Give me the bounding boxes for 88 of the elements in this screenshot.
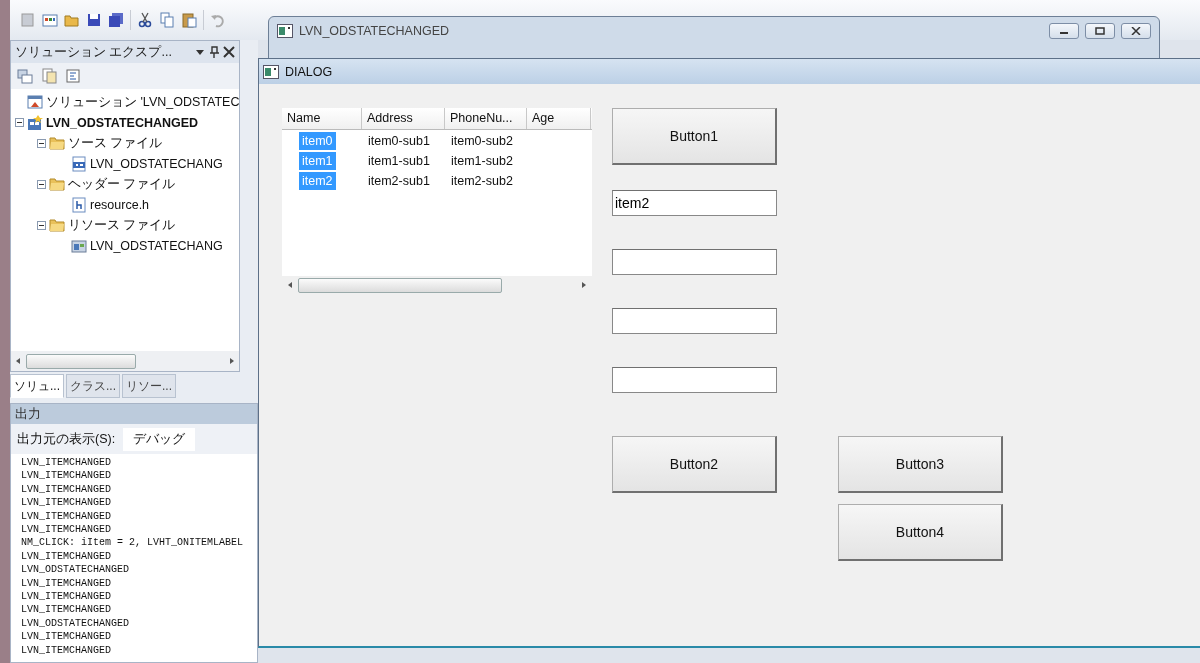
- output-line: LVN_ITEMCHANGED: [21, 496, 112, 510]
- dropdown-icon[interactable]: [195, 47, 205, 57]
- copy-icon[interactable]: [159, 12, 175, 28]
- output-line: LVN_ITEMCHANGED: [21, 643, 112, 658]
- source-dropdown[interactable]: デバッグ: [123, 427, 196, 451]
- folder-icon: [49, 135, 65, 152]
- column-header[interactable]: Age: [527, 108, 591, 129]
- tree-item[interactable]: ソース ファイル: [68, 134, 163, 152]
- table-cell-text: item2-sub1: [367, 174, 431, 188]
- header-file-icon: [71, 196, 87, 213]
- tree-item[interactable]: LVN_ODSTATECHANG: [90, 156, 223, 171]
- table-cell-text: item1-sub1: [367, 154, 431, 168]
- tree-item[interactable]: resource.h: [90, 197, 150, 212]
- panel-tab[interactable]: リソー...: [122, 374, 177, 398]
- maximize-icon: [1095, 27, 1105, 35]
- close-button[interactable]: [1121, 23, 1151, 39]
- push-button[interactable]: Button2: [612, 436, 777, 493]
- push-button[interactable]: Button1: [612, 108, 777, 165]
- text-field[interactable]: [612, 249, 777, 275]
- collapse-icon[interactable]: [37, 138, 46, 148]
- column-header[interactable]: Address: [362, 108, 445, 129]
- scrollbar-thumb[interactable]: [298, 277, 502, 293]
- panel-title: ソリューション エクスプ...: [15, 43, 173, 61]
- table-cell-text: item2-sub2: [450, 174, 514, 188]
- collapse-icon[interactable]: [37, 179, 46, 189]
- show-files-icon[interactable]: [41, 68, 57, 84]
- output-line: LVN_ODSTATECHANGED: [21, 563, 131, 577]
- table-cell-text: item0-sub2: [450, 134, 514, 148]
- output-line: LVN_ITEMCHANGED: [21, 576, 112, 591]
- window-title: LVN_ODSTATECHANGED: [299, 24, 451, 38]
- output-line: LVN_ITEMCHANGED: [21, 590, 112, 604]
- panel-tab[interactable]: クラス...: [66, 374, 121, 398]
- column-header[interactable]: PhoneNu...: [445, 108, 527, 129]
- folder-icon: [49, 176, 65, 193]
- tree-item[interactable]: ソリューション 'LVN_ODSTATEC: [46, 93, 239, 111]
- text-field[interactable]: [612, 367, 777, 393]
- scrollbar-thumb[interactable]: [26, 353, 136, 369]
- table-cell-text: item0-sub1: [367, 134, 431, 148]
- output-line: LVN_ITEMCHANGED: [21, 509, 112, 524]
- scroll-right-icon[interactable]: [228, 357, 236, 365]
- output-line: NM_CLICK: iItem = 2, LVHT_ONITEMLABEL: [21, 536, 245, 550]
- window-title: DIALOG: [285, 64, 333, 79]
- text-field[interactable]: [612, 308, 777, 334]
- add-item-icon[interactable]: [42, 12, 58, 28]
- text-field[interactable]: item2: [612, 190, 777, 216]
- pin-icon[interactable]: [209, 46, 219, 58]
- output-line: LVN_ODSTATECHANGED: [21, 616, 131, 631]
- output-line: LVN_ITEMCHANGED: [21, 603, 112, 617]
- tree-item[interactable]: ヘッダー ファイル: [68, 175, 176, 193]
- source-label: 出力元の表示(S):: [17, 430, 116, 448]
- close-icon: [1131, 27, 1141, 35]
- cut-icon[interactable]: [137, 12, 153, 28]
- column-header[interactable]: Name: [282, 108, 362, 129]
- tree-item[interactable]: リソース ファイル: [68, 216, 176, 234]
- paste-icon[interactable]: [181, 12, 197, 28]
- cpp-file-icon: [71, 155, 87, 172]
- window-icon: [277, 24, 293, 38]
- open-folder-icon[interactable]: [64, 12, 80, 28]
- scroll-right-icon[interactable]: [580, 281, 588, 289]
- output-line: LVN_ITEMCHANGED: [21, 549, 112, 564]
- solution-icon: [27, 94, 43, 111]
- tree-item[interactable]: LVN_ODSTATECHANGED: [46, 115, 199, 130]
- properties-icon[interactable]: [17, 68, 33, 84]
- project-icon: [27, 114, 43, 131]
- close-icon[interactable]: [223, 46, 235, 58]
- push-button[interactable]: Button3: [838, 436, 1003, 493]
- scroll-left-icon[interactable]: [14, 357, 22, 365]
- folder-icon: [49, 217, 65, 234]
- output-line: LVN_ITEMCHANGED: [21, 482, 112, 497]
- resource-file-icon: [71, 237, 87, 254]
- collapse-icon[interactable]: [37, 220, 46, 230]
- tree-item[interactable]: LVN_ODSTATECHANG: [90, 238, 223, 253]
- collapse-icon[interactable]: [15, 118, 24, 128]
- save-icon[interactable]: [86, 12, 102, 28]
- panel-tab[interactable]: ソリュ...: [10, 374, 64, 398]
- output-line: LVN_ITEMCHANGED: [21, 469, 112, 483]
- minimize-button[interactable]: [1049, 23, 1079, 39]
- save-all-icon[interactable]: [108, 12, 124, 28]
- push-button[interactable]: Button4: [838, 504, 1003, 561]
- table-cell-text: item1-sub2: [450, 154, 514, 168]
- output-line: LVN_ITEMCHANGED: [21, 456, 112, 470]
- maximize-button[interactable]: [1085, 23, 1115, 39]
- scroll-left-icon[interactable]: [286, 281, 294, 289]
- output-line: LVN_ITEMCHANGED: [21, 630, 112, 644]
- output-line: LVN_ITEMCHANGED: [21, 523, 112, 537]
- window-icon: [263, 64, 279, 79]
- panel-title: 出力: [15, 405, 41, 423]
- list-view[interactable]: Name Address PhoneNu... Age item0 item0-sub1 item0-sub2 item1 item1-sub1 item1-sub2 item2 item2-sub1 item2-sub2: [282, 108, 592, 294]
